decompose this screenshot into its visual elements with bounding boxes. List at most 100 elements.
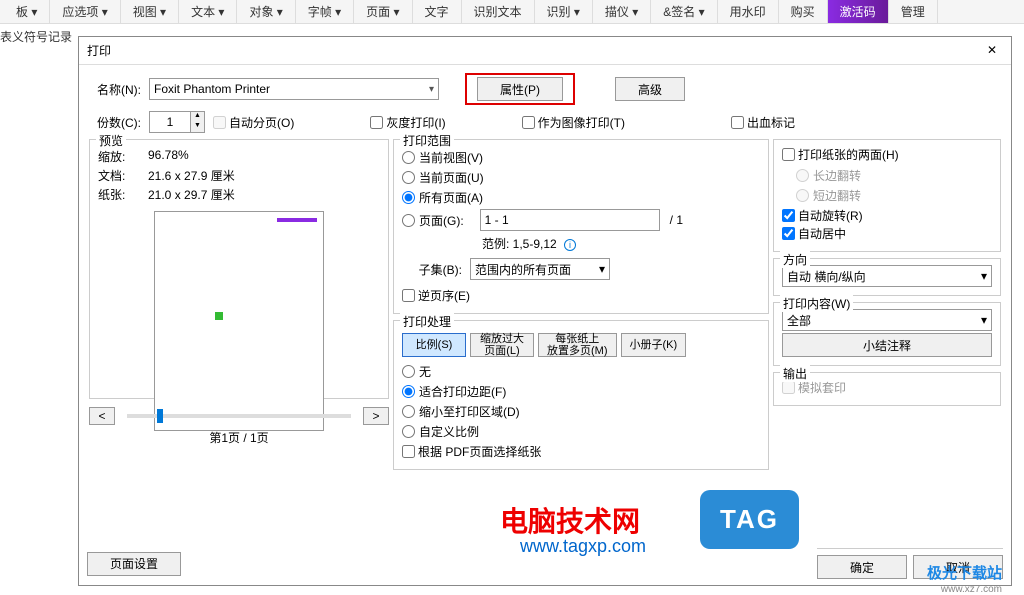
chevron-down-icon: ▾ bbox=[599, 262, 605, 276]
slider-thumb[interactable] bbox=[157, 409, 163, 423]
properties-highlight: 属性(P) bbox=[465, 73, 575, 105]
watermark-url: www.tagxp.com bbox=[520, 536, 646, 557]
app-toolbar: 板 ▾ 应选项 ▾ 视图 ▾ 文本 ▾ 对象 ▾ 字帧 ▾ 页面 ▾ 文字 识别… bbox=[0, 0, 1024, 24]
toolbar-item[interactable]: &签名 ▾ bbox=[651, 0, 717, 23]
zoom-value: 96.78% bbox=[148, 148, 189, 165]
subset-select[interactable]: 范围内的所有页面 ▾ bbox=[470, 258, 610, 280]
doc-size-label: 文档: bbox=[98, 167, 148, 184]
page-setup-button[interactable]: 页面设置 bbox=[87, 552, 181, 576]
page-indicator: 第1页 / 1页 bbox=[89, 429, 389, 446]
paper-size-value: 21.0 x 29.7 厘米 bbox=[148, 186, 235, 203]
auto-rotate-label: 自动旋转(R) bbox=[798, 207, 863, 224]
copies-label: 份数(C): bbox=[89, 114, 141, 131]
scale-button[interactable]: 比例(S) bbox=[402, 333, 466, 357]
copies-spinner[interactable]: ▲▼ bbox=[149, 111, 205, 133]
toolbar-item[interactable]: 字帧 ▾ bbox=[296, 0, 354, 23]
spinner-down-icon[interactable]: ▼ bbox=[191, 122, 204, 132]
fit-margins-label: 适合打印边距(F) bbox=[419, 383, 506, 400]
page-slider[interactable] bbox=[127, 414, 351, 418]
as-image-checkbox[interactable]: 作为图像打印(T) bbox=[522, 114, 625, 131]
short-edge-radio bbox=[796, 189, 809, 202]
auto-rotate-checkbox[interactable]: 自动旋转(R) bbox=[782, 207, 863, 224]
current-page-label: 当前页面(U) bbox=[419, 169, 484, 186]
bleed-checkbox[interactable]: 出血标记 bbox=[731, 114, 795, 131]
short-edge-label: 短边翻转 bbox=[813, 187, 861, 204]
preview-stripe bbox=[277, 218, 317, 222]
current-view-label: 当前视图(V) bbox=[419, 149, 483, 166]
collate-checkbox[interactable]: 自动分页(O) bbox=[213, 114, 294, 131]
toolbar-item-activate[interactable]: 激活码 bbox=[828, 0, 889, 23]
none-label: 无 bbox=[419, 363, 431, 380]
printer-name-value: Foxit Phantom Printer bbox=[154, 82, 270, 96]
shrink-large-button[interactable]: 缩放过大 页面(L) bbox=[470, 333, 534, 357]
properties-button[interactable]: 属性(P) bbox=[477, 77, 563, 101]
subset-value: 范围内的所有页面 bbox=[475, 261, 571, 278]
grayscale-checkbox[interactable]: 灰度打印(I) bbox=[370, 114, 445, 131]
toolbar-item[interactable]: 视图 ▾ bbox=[121, 0, 179, 23]
multi-per-sheet-button[interactable]: 每张纸上 放置多页(M) bbox=[538, 333, 617, 357]
auto-center-checkbox[interactable]: 自动居中 bbox=[782, 225, 846, 242]
toolbar-item[interactable]: 对象 ▾ bbox=[237, 0, 295, 23]
spinner-up-icon[interactable]: ▲ bbox=[191, 112, 204, 122]
zoom-label: 缩放: bbox=[98, 148, 148, 165]
prev-page-button[interactable]: < bbox=[89, 407, 115, 425]
content-value: 全部 bbox=[787, 312, 811, 329]
toolbar-item[interactable]: 描仪 ▾ bbox=[593, 0, 651, 23]
shrink-area-radio[interactable] bbox=[402, 405, 415, 418]
reverse-order-checkbox[interactable]: 逆页序(E) bbox=[402, 287, 470, 304]
collate-label: 自动分页(O) bbox=[229, 114, 294, 131]
duplex-label: 打印纸张的两面(H) bbox=[798, 146, 899, 163]
print-range-fieldset: 打印范围 当前视图(V) 当前页面(U) 所有页面(A) 页面(G): 1 - … bbox=[393, 139, 769, 314]
subset-label: 子集(B): bbox=[402, 261, 462, 278]
duplex-checkbox[interactable]: 打印纸张的两面(H) bbox=[782, 146, 899, 163]
grayscale-label: 灰度打印(I) bbox=[386, 114, 445, 131]
toolbar-item[interactable]: 板 ▾ bbox=[4, 0, 50, 23]
toolbar-item[interactable]: 购买 bbox=[779, 0, 828, 23]
all-pages-label: 所有页面(A) bbox=[419, 189, 483, 206]
side-panel-text: 表义符号记录 bbox=[0, 28, 72, 45]
toolbar-item[interactable]: 用水印 bbox=[718, 0, 779, 23]
booklet-button[interactable]: 小册子(K) bbox=[621, 333, 687, 357]
auto-center-label: 自动居中 bbox=[798, 225, 846, 242]
toolbar-item[interactable]: 文字 bbox=[413, 0, 462, 23]
custom-scale-radio[interactable] bbox=[402, 425, 415, 438]
print-content-fieldset: 打印内容(W) 全部 ▾ 小结注释 bbox=[773, 302, 1001, 366]
toolbar-item[interactable]: 管理 bbox=[889, 0, 938, 23]
next-page-button[interactable]: > bbox=[363, 407, 389, 425]
content-select[interactable]: 全部 ▾ bbox=[782, 309, 992, 331]
shrink-area-label: 缩小至打印区域(D) bbox=[419, 403, 520, 420]
close-icon[interactable]: ✕ bbox=[987, 43, 1003, 59]
toolbar-item[interactable]: 页面 ▾ bbox=[354, 0, 412, 23]
all-pages-radio[interactable] bbox=[402, 191, 415, 204]
dialog-titlebar: 打印 ✕ bbox=[79, 37, 1011, 65]
dialog-title-text: 打印 bbox=[87, 42, 111, 59]
ok-button[interactable]: 确定 bbox=[817, 555, 907, 579]
toolbar-item[interactable]: 识别 ▾ bbox=[535, 0, 593, 23]
doc-size-value: 21.6 x 27.9 厘米 bbox=[148, 167, 235, 184]
current-page-radio[interactable] bbox=[402, 171, 415, 184]
pages-radio[interactable] bbox=[402, 214, 415, 227]
handling-legend: 打印处理 bbox=[400, 313, 454, 330]
current-view-radio[interactable] bbox=[402, 151, 415, 164]
copies-input[interactable] bbox=[150, 112, 190, 132]
pages-total: / 1 bbox=[670, 213, 683, 227]
custom-scale-label: 自定义比例 bbox=[419, 423, 479, 440]
toolbar-item[interactable]: 文本 ▾ bbox=[179, 0, 237, 23]
pages-input[interactable]: 1 - 1 bbox=[480, 209, 660, 231]
orientation-fieldset: 方向 自动 横向/纵向 ▾ bbox=[773, 258, 1001, 296]
info-icon[interactable]: i bbox=[564, 239, 576, 251]
preview-canvas bbox=[154, 211, 324, 431]
summary-annotations-button[interactable]: 小结注释 bbox=[782, 333, 992, 357]
advanced-button[interactable]: 高级 bbox=[615, 77, 685, 101]
orientation-select[interactable]: 自动 横向/纵向 ▾ bbox=[782, 265, 992, 287]
none-radio[interactable] bbox=[402, 365, 415, 378]
by-pdf-page-checkbox[interactable]: 根据 PDF页面选择纸张 bbox=[402, 443, 541, 460]
toolbar-item[interactable]: 应选项 ▾ bbox=[50, 0, 120, 23]
long-edge-label: 长边翻转 bbox=[813, 167, 861, 184]
chevron-down-icon: ▾ bbox=[981, 269, 987, 283]
orientation-legend: 方向 bbox=[780, 251, 810, 268]
fit-margins-radio[interactable] bbox=[402, 385, 415, 398]
chevron-down-icon: ▾ bbox=[981, 313, 987, 327]
toolbar-item[interactable]: 识别文本 bbox=[462, 0, 535, 23]
printer-name-combo[interactable]: Foxit Phantom Printer ▾ bbox=[149, 78, 439, 100]
